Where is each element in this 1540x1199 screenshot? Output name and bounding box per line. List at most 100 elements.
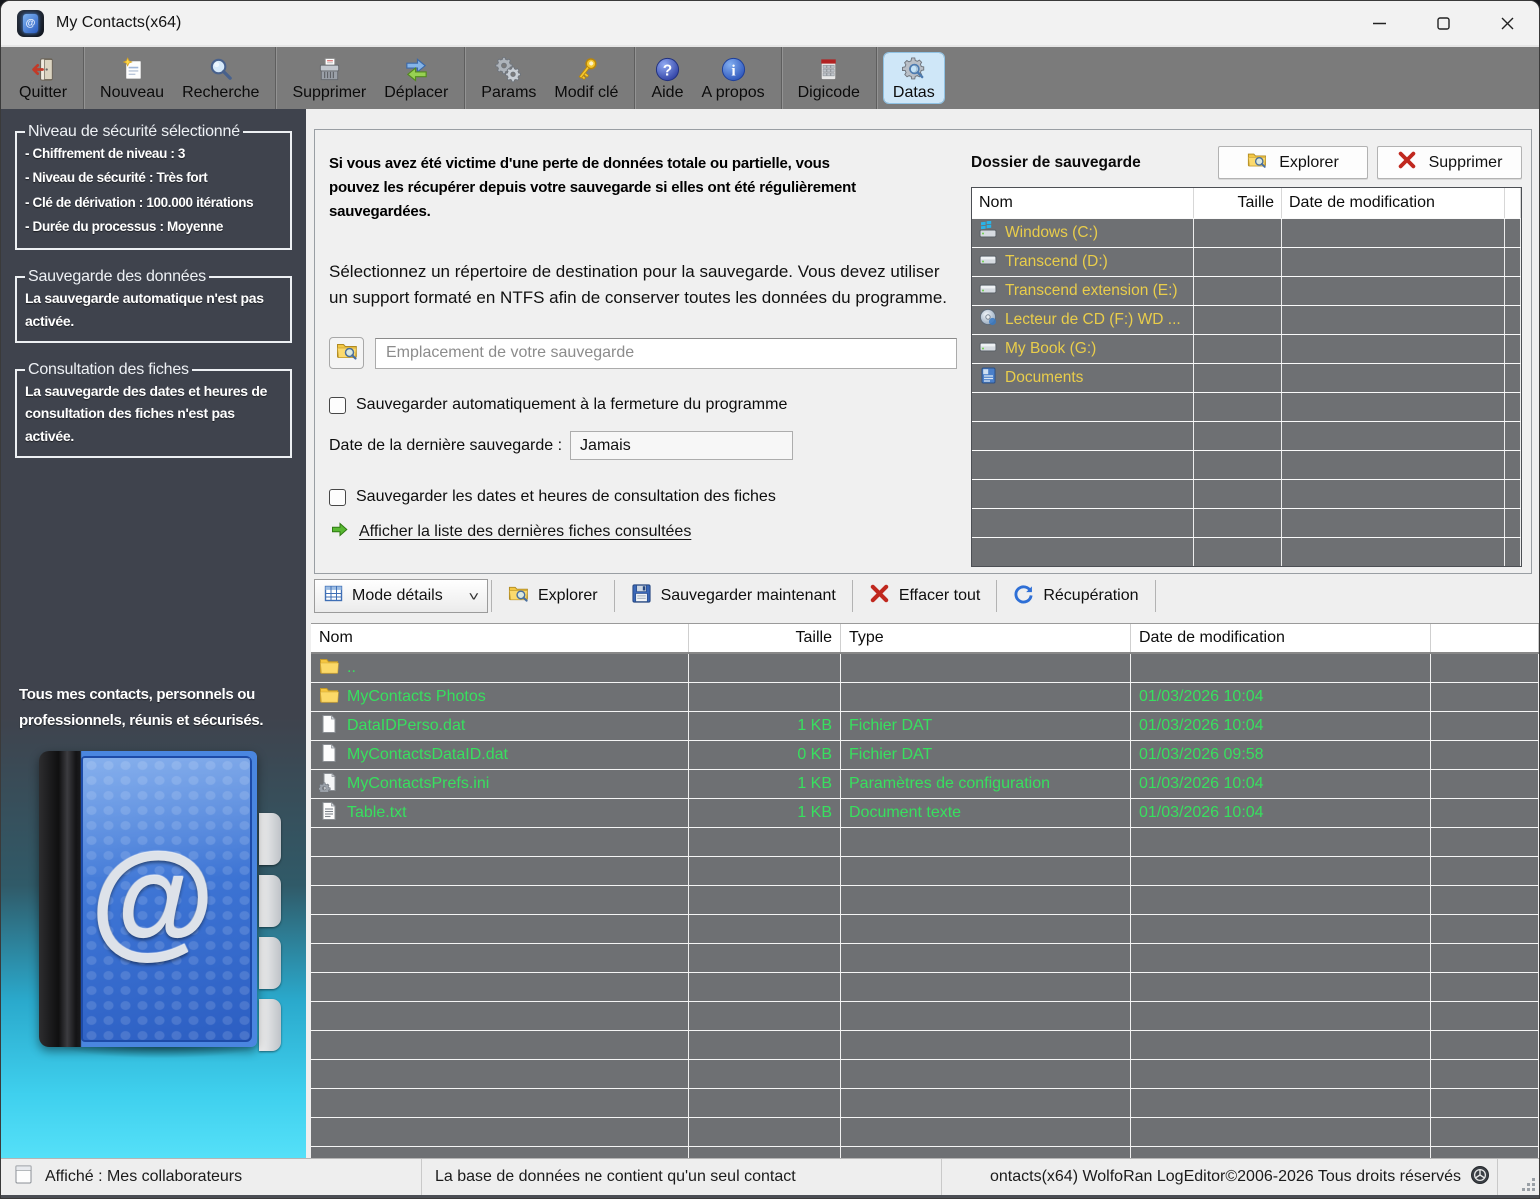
drive-row[interactable]: Transcend (D:) bbox=[972, 247, 1521, 276]
new-contact-icon bbox=[119, 56, 146, 83]
table-cell-empty bbox=[972, 538, 1194, 566]
resize-grip[interactable] bbox=[1497, 1159, 1539, 1195]
move-button[interactable]: Déplacer bbox=[375, 53, 457, 104]
help-icon: ? bbox=[654, 56, 681, 83]
minimize-button[interactable] bbox=[1347, 1, 1411, 45]
file-name-cell: MyContactsPrefs.ini bbox=[311, 770, 689, 798]
security-line: - Chiffrement de niveau : 3 bbox=[25, 142, 282, 166]
params-button[interactable]: Params bbox=[472, 53, 545, 104]
table-cell-empty bbox=[1431, 1147, 1539, 1158]
file-row[interactable]: MyContactsDataID.dat 0 KB Fichier DAT 01… bbox=[311, 741, 1539, 770]
backup-group-title: Sauvegarde des données bbox=[25, 268, 209, 286]
toolbar-button-label: Aide bbox=[651, 84, 683, 102]
table-cell-empty bbox=[841, 886, 1131, 914]
column-header-taille[interactable]: Taille bbox=[1194, 188, 1282, 218]
recovery-button[interactable]: Récupération bbox=[1000, 579, 1151, 613]
backup-now-button[interactable]: Sauvegarder maintenant bbox=[618, 579, 849, 613]
column-header-date[interactable]: Date de modification bbox=[1282, 188, 1505, 218]
clear-all-button[interactable]: Effacer tout bbox=[856, 579, 994, 613]
backup-settings-panel: Si vous avez été victime d'une perte de … bbox=[314, 129, 1532, 574]
drive-row[interactable]: Lecteur de CD (F:) WD ... bbox=[972, 305, 1521, 334]
status-displayed-section: Affiché : Mes collaborateurs bbox=[1, 1159, 421, 1195]
table-cell-empty bbox=[1131, 1147, 1431, 1158]
toolbar-button-label: Params bbox=[481, 84, 536, 102]
maximize-button[interactable] bbox=[1411, 1, 1475, 45]
column-header-type[interactable]: Type bbox=[841, 624, 1131, 652]
new-button[interactable]: Nouveau bbox=[91, 53, 173, 104]
consult-save-checkbox[interactable] bbox=[329, 489, 346, 506]
app-icon: @ bbox=[17, 10, 44, 37]
file-name-cell: MyContactsDataID.dat bbox=[311, 741, 689, 769]
column-header-nom[interactable]: Nom bbox=[972, 188, 1194, 218]
file-type-cell: Paramètres de configuration bbox=[841, 770, 1131, 798]
table-cell-empty bbox=[311, 915, 689, 943]
sidebar: Niveau de sécurité sélectionné - Chiffre… bbox=[1, 109, 306, 1158]
about-button[interactable]: i A propos bbox=[692, 53, 773, 104]
drive-row[interactable]: Windows (C:) bbox=[972, 218, 1521, 247]
auto-save-checkbox[interactable] bbox=[329, 397, 346, 414]
search-button[interactable]: Recherche bbox=[173, 53, 268, 104]
table-cell-empty bbox=[1431, 828, 1539, 856]
file-row[interactable]: .. bbox=[311, 654, 1539, 683]
file-row[interactable]: MyContacts Photos 01/03/2026 10:04 bbox=[311, 683, 1539, 712]
change-key-button[interactable]: Modif clé bbox=[545, 53, 627, 104]
digicode-button[interactable]: Digicode bbox=[789, 53, 869, 104]
consulted-link-row: Afficher la liste des dernières fiches c… bbox=[330, 520, 965, 544]
auto-save-row: Sauvegarder automatiquement à la fermetu… bbox=[329, 396, 965, 414]
file-size-cell: 1 KB bbox=[689, 712, 841, 740]
drive-row[interactable]: Documents bbox=[972, 363, 1521, 392]
table-cell-empty bbox=[689, 886, 841, 914]
address-book-at-icon: @ bbox=[39, 751, 269, 1051]
drive-row[interactable]: Transcend extension (E:) bbox=[972, 276, 1521, 305]
table-cell-empty bbox=[841, 828, 1131, 856]
column-header-nom[interactable]: Nom bbox=[311, 624, 689, 652]
svg-text:i: i bbox=[731, 62, 736, 79]
toolbar-separator bbox=[996, 580, 997, 612]
folder-search-icon bbox=[508, 583, 529, 609]
table-cell-empty bbox=[689, 828, 841, 856]
table-cell-empty bbox=[841, 1089, 1131, 1117]
column-header-date[interactable]: Date de modification bbox=[1131, 624, 1431, 652]
explorer-files-button[interactable]: Explorer bbox=[495, 579, 611, 613]
drive-name: Transcend extension (E:) bbox=[1005, 282, 1178, 300]
datas-button[interactable]: Datas bbox=[884, 53, 944, 104]
help-button[interactable]: ? Aide bbox=[642, 53, 692, 104]
file-row[interactable]: MyContactsPrefs.ini 1 KB Paramètres de c… bbox=[311, 770, 1539, 799]
security-line: - Niveau de sécurité : Très fort bbox=[25, 166, 282, 190]
backup-location-input[interactable] bbox=[375, 338, 957, 369]
documents-folder-icon bbox=[979, 366, 998, 390]
table-cell-empty bbox=[1282, 451, 1505, 479]
table-cell-empty bbox=[841, 857, 1131, 885]
view-mode-select[interactable]: Mode détails ˅ bbox=[314, 579, 488, 613]
table-row-empty bbox=[972, 479, 1521, 508]
svg-text:?: ? bbox=[663, 62, 672, 79]
auto-save-label: Sauvegarder automatiquement à la fermetu… bbox=[356, 396, 787, 414]
browse-folder-button[interactable] bbox=[329, 337, 364, 369]
security-level-group: Niveau de sécurité sélectionné - Chiffre… bbox=[15, 123, 292, 250]
toolbar-group: Datas bbox=[877, 47, 951, 109]
close-button[interactable] bbox=[1475, 1, 1539, 45]
save-floppy-icon bbox=[631, 583, 652, 609]
drive-date-cell bbox=[1282, 335, 1505, 363]
table-cell-empty bbox=[689, 1060, 841, 1088]
delete-button[interactable]: Supprimer bbox=[283, 53, 375, 104]
backup-settings-left: Si vous avez été victime d'une perte de … bbox=[315, 130, 965, 573]
show-consulted-link[interactable]: Afficher la liste des dernières fiches c… bbox=[359, 523, 691, 541]
delete-backup-button[interactable]: Supprimer bbox=[1377, 146, 1522, 179]
file-name-cell: DataIDPerso.dat bbox=[311, 712, 689, 740]
column-header-taille[interactable]: Taille bbox=[689, 624, 841, 652]
file-date-cell: 01/03/2026 10:04 bbox=[1131, 712, 1431, 740]
table-cell-empty bbox=[311, 1089, 689, 1117]
table-row-empty bbox=[972, 508, 1521, 537]
drive-row[interactable]: My Book (G:) bbox=[972, 334, 1521, 363]
table-cell-empty bbox=[311, 1147, 689, 1158]
backup-intro-text: Sélectionnez un répertoire de destinatio… bbox=[329, 259, 959, 310]
file-type-cell: Fichier DAT bbox=[841, 741, 1131, 769]
file-row[interactable]: Table.txt 1 KB Document texte 01/03/2026… bbox=[311, 799, 1539, 828]
quit-button[interactable]: Quitter bbox=[10, 53, 76, 104]
explorer-button[interactable]: Explorer bbox=[1218, 146, 1368, 179]
drive-size-cell bbox=[1194, 219, 1282, 247]
drive-name: Lecteur de CD (F:) WD ... bbox=[1005, 311, 1181, 329]
drive-name: Documents bbox=[1005, 369, 1083, 387]
file-row[interactable]: DataIDPerso.dat 1 KB Fichier DAT 01/03/2… bbox=[311, 712, 1539, 741]
